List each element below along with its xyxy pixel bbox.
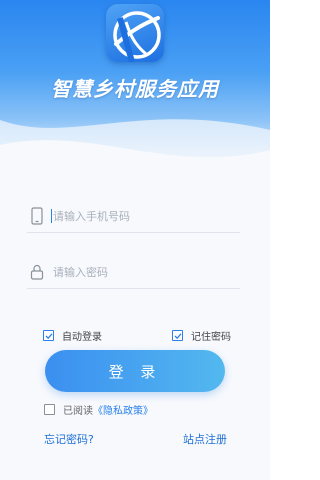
check-icon	[174, 332, 181, 339]
app-logo	[106, 4, 164, 62]
auto-login-check-box[interactable]	[43, 330, 54, 341]
privacy-policy-check-box[interactable]	[44, 404, 55, 415]
password-input[interactable]	[53, 262, 233, 282]
site-register-link[interactable]: 站点注册	[183, 431, 227, 447]
header-wave	[0, 119, 270, 220]
auto-login-checkbox[interactable]: 自动登录	[43, 328, 102, 343]
text-cursor	[51, 209, 52, 223]
logo-mark-icon	[113, 11, 161, 62]
login-button[interactable]: 登 录	[45, 350, 225, 392]
phone-field[interactable]	[27, 202, 240, 233]
login-screen: 智慧乡村服务应用 自动登录 记住密码	[0, 0, 270, 480]
remember-password-label: 记住密码	[191, 332, 231, 343]
password-field[interactable]	[27, 258, 240, 289]
policy-prefix: 已阅读	[63, 406, 93, 417]
phone-input[interactable]	[53, 206, 233, 226]
privacy-policy-link[interactable]: 《隐私政策》	[93, 402, 153, 417]
privacy-policy-agreement[interactable]: 已阅读 《隐私政策》	[44, 402, 153, 417]
auto-login-label: 自动登录	[62, 332, 102, 343]
lock-icon	[30, 264, 44, 280]
app-title: 智慧乡村服务应用	[51, 77, 219, 101]
forgot-password-link[interactable]: 忘记密码?	[44, 431, 94, 447]
check-icon	[45, 332, 52, 339]
phone-icon	[31, 207, 43, 225]
remember-password-checkbox[interactable]: 记住密码	[172, 328, 231, 343]
remember-password-check-box[interactable]	[172, 330, 183, 341]
